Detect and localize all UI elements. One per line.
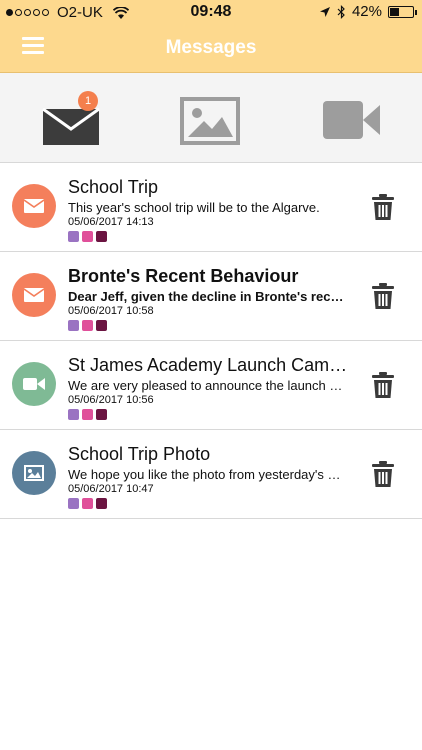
tag-purple: [68, 409, 79, 420]
tag-maroon: [96, 498, 107, 509]
message-title: Bronte's Recent Behaviour: [68, 266, 299, 286]
message-preview: Dear Jeff, given the decline in Bronte's…: [68, 289, 344, 304]
mail-avatar: [12, 184, 56, 228]
message-title: St James Academy Launch Campaign: [68, 355, 348, 375]
image-icon: [24, 465, 44, 481]
trash-icon[interactable]: [372, 194, 394, 220]
message-tags: [68, 320, 107, 331]
tag-pink: [82, 231, 93, 242]
message-date: 05/06/2017 10:58: [68, 305, 154, 317]
message-tags: [68, 231, 107, 242]
tag-maroon: [96, 231, 107, 242]
message-date: 05/06/2017 14:13: [68, 216, 154, 228]
tab-image[interactable]: [180, 93, 240, 147]
tag-purple: [68, 320, 79, 331]
page-title: Messages: [165, 37, 257, 58]
message-row[interactable]: School Trip This year's school trip will…: [0, 163, 422, 252]
tab-video[interactable]: [322, 93, 382, 147]
tag-maroon: [96, 409, 107, 420]
message-row[interactable]: School Trip Photo We hope you like the p…: [0, 430, 422, 519]
message-row[interactable]: Bronte's Recent Behaviour Dear Jeff, giv…: [0, 252, 422, 341]
message-preview: This year's school trip will be to the A…: [68, 200, 320, 215]
filter-tabs: 1: [0, 73, 422, 163]
tag-pink: [82, 498, 93, 509]
trash-icon[interactable]: [372, 372, 394, 398]
message-list: School Trip This year's school trip will…: [0, 163, 422, 519]
battery-percentage: 42%: [351, 3, 382, 20]
header-bar: O2-UK 09:48 42% Messages: [0, 0, 422, 73]
video-avatar: [12, 362, 56, 406]
location-arrow-icon: [319, 6, 330, 17]
trash-icon[interactable]: [372, 461, 394, 487]
status-bar: O2-UK 09:48 42%: [0, 0, 422, 24]
video-camera-icon: [23, 378, 45, 390]
navigation-bar: Messages: [0, 24, 422, 72]
image-avatar: [12, 451, 56, 495]
bluetooth-icon: [337, 4, 345, 19]
video-camera-icon: [323, 101, 380, 139]
tag-purple: [68, 498, 79, 509]
message-title: School Trip Photo: [68, 444, 211, 464]
tag-purple: [68, 231, 79, 242]
tag-maroon: [96, 320, 107, 331]
mail-avatar: [12, 273, 56, 317]
tab-mail[interactable]: 1: [41, 91, 101, 147]
message-title: School Trip: [68, 177, 159, 197]
image-icon: [180, 97, 240, 145]
tag-pink: [82, 320, 93, 331]
tag-pink: [82, 409, 93, 420]
trash-icon[interactable]: [372, 283, 394, 309]
message-tags: [68, 498, 107, 509]
message-preview: We are very pleased to announce the laun…: [68, 378, 344, 393]
envelope-icon: [24, 288, 44, 302]
message-date: 05/06/2017 10:56: [68, 394, 154, 406]
unread-count-badge: 1: [78, 91, 98, 111]
battery-level-fill: [390, 7, 400, 16]
battery-icon: [388, 5, 417, 18]
message-preview: We hope you like the photo from yesterda…: [68, 467, 344, 482]
envelope-icon: [24, 199, 44, 213]
message-row[interactable]: St James Academy Launch Campaign We are …: [0, 341, 422, 430]
message-tags: [68, 409, 107, 420]
message-date: 05/06/2017 10:47: [68, 483, 154, 495]
